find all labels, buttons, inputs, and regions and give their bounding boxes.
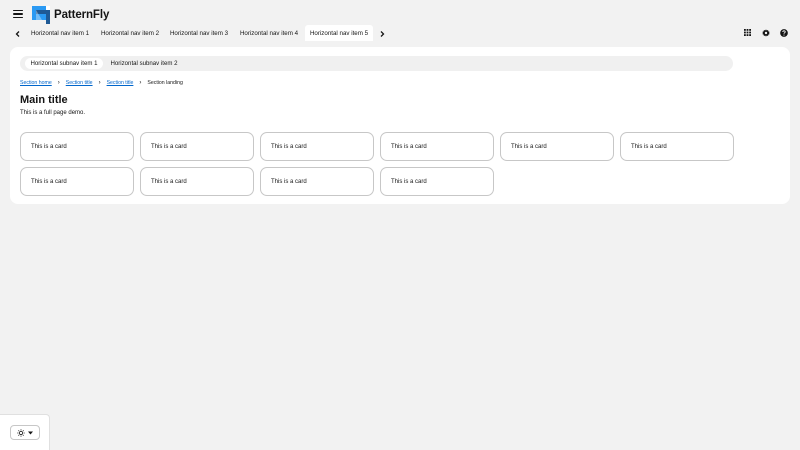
card-4[interactable]: This is a card [380, 132, 494, 161]
breadcrumb: Section home › Section title › Section t… [20, 79, 183, 87]
page-title: Main title [20, 94, 68, 106]
help-icon[interactable] [779, 28, 788, 37]
gear-icon[interactable] [761, 28, 770, 37]
nav-item-3[interactable]: Horizontal nav item 3 [165, 25, 233, 41]
theme-switcher-area [0, 414, 50, 450]
header-tools [743, 28, 788, 37]
patternfly-logo-icon [32, 6, 50, 24]
horizontal-subnav: Horizontal subnav item 1 Horizontal subn… [20, 56, 733, 71]
hamburger-icon[interactable] [12, 8, 24, 20]
subnav-item-1[interactable]: Horizontal subnav item 1 [25, 58, 103, 69]
card-3[interactable]: This is a card [260, 132, 374, 161]
main-content-panel: Horizontal subnav item 1 Horizontal subn… [10, 47, 790, 204]
chevron-right-icon: › [139, 80, 142, 86]
breadcrumb-link-section-title-1[interactable]: Section title [66, 80, 93, 86]
card-6[interactable]: This is a card [620, 132, 734, 161]
scroll-left-icon[interactable] [12, 28, 24, 40]
card-5[interactable]: This is a card [500, 132, 614, 161]
card-9[interactable]: This is a card [260, 167, 374, 196]
theme-switcher-button[interactable] [10, 425, 40, 440]
nav-item-1[interactable]: Horizontal nav item 1 [26, 25, 94, 41]
chevron-right-icon: › [98, 80, 101, 86]
card-7[interactable]: This is a card [20, 167, 134, 196]
card-2[interactable]: This is a card [140, 132, 254, 161]
card-8[interactable]: This is a card [140, 167, 254, 196]
breadcrumb-link-section-home[interactable]: Section home [20, 80, 52, 86]
scroll-right-icon[interactable] [376, 28, 388, 40]
card-1[interactable]: This is a card [20, 132, 134, 161]
brand-logo[interactable]: PatternFly [32, 6, 109, 24]
nav-item-5[interactable]: Horizontal nav item 5 [305, 25, 373, 41]
subnav-item-2[interactable]: Horizontal subnav item 2 [105, 58, 183, 69]
chevron-right-icon: › [57, 80, 60, 86]
caret-down-icon [28, 431, 33, 434]
page-description: This is a full page demo. [20, 110, 86, 116]
apps-grid-icon[interactable] [743, 28, 752, 37]
horizontal-nav: Horizontal nav item 1 Horizontal nav ite… [0, 24, 400, 42]
card-10[interactable]: This is a card [380, 167, 494, 196]
nav-item-2[interactable]: Horizontal nav item 2 [96, 25, 164, 41]
breadcrumb-link-section-title-2[interactable]: Section title [107, 80, 134, 86]
masthead: PatternFly [0, 0, 800, 26]
nav-item-4[interactable]: Horizontal nav item 4 [235, 25, 303, 41]
brand-name: PatternFly [54, 9, 110, 21]
breadcrumb-current: Section landing [147, 80, 183, 86]
sun-icon [17, 428, 25, 437]
